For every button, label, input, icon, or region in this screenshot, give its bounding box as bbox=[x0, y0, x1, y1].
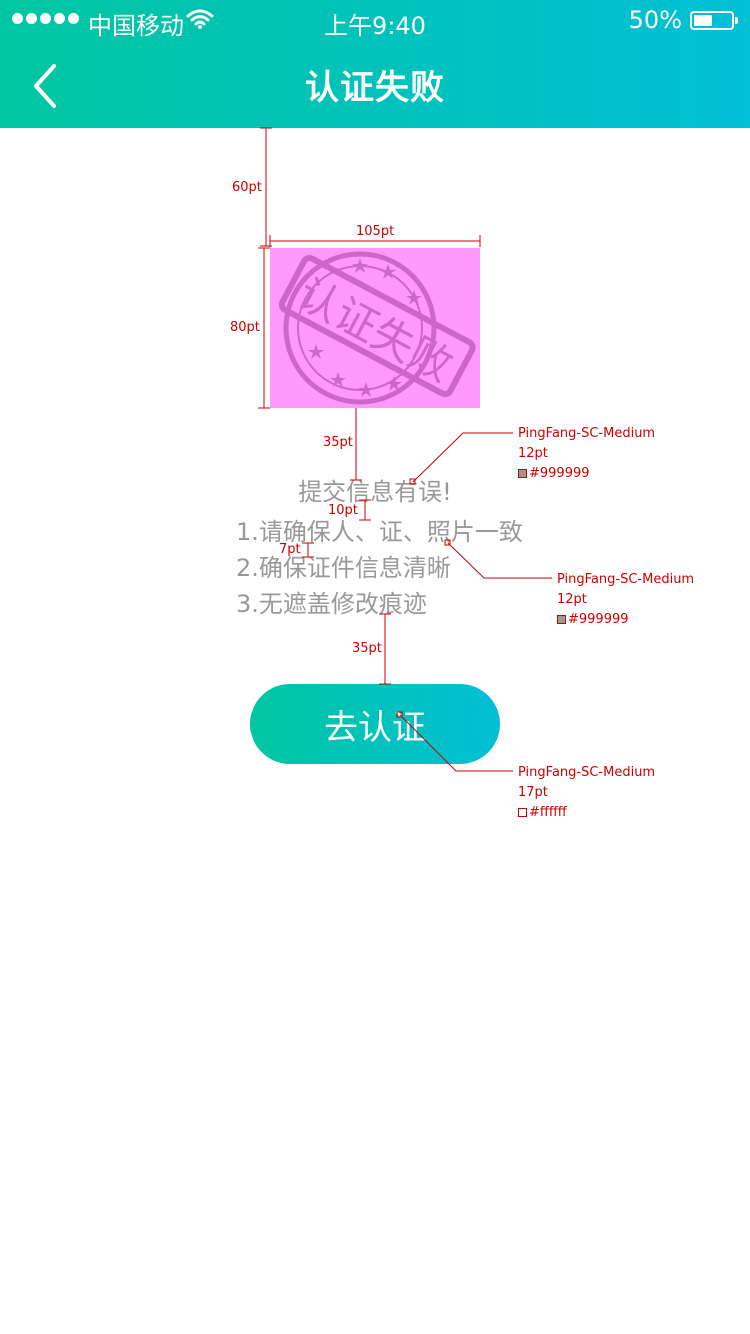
failed-stamp-icon: 认证失败 bbox=[278, 251, 476, 405]
page-title: 认证失败 bbox=[305, 68, 445, 108]
go-verify-button[interactable]: 去认证 bbox=[250, 684, 500, 764]
nav-header: 中国移动 上午9:40 50% 认证失败 bbox=[0, 0, 750, 128]
spec-size: 12pt bbox=[518, 446, 548, 461]
color-swatch-icon bbox=[518, 808, 527, 817]
spec-size: 17pt bbox=[518, 785, 548, 800]
spec-color: #ffffff bbox=[518, 803, 655, 823]
color-swatch-icon bbox=[557, 615, 566, 624]
battery-percent: 50% bbox=[628, 6, 682, 34]
spacing-label: 80pt bbox=[230, 320, 260, 335]
spec-color: #999999 bbox=[557, 610, 694, 630]
spacing-label: 35pt bbox=[323, 435, 353, 450]
color-swatch-icon bbox=[518, 469, 527, 478]
spec-color-value: #ffffff bbox=[529, 805, 567, 820]
status-bar: 中国移动 上午9:40 50% bbox=[0, 0, 750, 40]
spec-color-value: #999999 bbox=[529, 466, 590, 481]
battery-icon bbox=[690, 11, 738, 30]
spec-color: #999999 bbox=[518, 464, 655, 484]
failed-stamp-image: 认证失败 bbox=[270, 248, 480, 408]
spec-font: PingFang-SC-Medium bbox=[557, 572, 695, 587]
font-spec-annotation: PingFang-SC-Medium 17pt #ffffff bbox=[518, 763, 655, 823]
spacing-label: 35pt bbox=[352, 641, 382, 656]
redline-annotations bbox=[258, 127, 552, 772]
spec-font: PingFang-SC-Medium bbox=[518, 765, 656, 780]
spacing-label: 7pt bbox=[279, 542, 301, 557]
error-tips-list: 1.请确保人、证、照片一致 2.确保证件信息清晰 3.无遮盖修改痕迹 bbox=[236, 514, 523, 622]
list-item: 3.无遮盖修改痕迹 bbox=[236, 590, 427, 618]
spacing-label: 10pt bbox=[328, 503, 358, 518]
font-spec-annotation: PingFang-SC-Medium 12pt #999999 bbox=[518, 424, 655, 484]
spec-size: 12pt bbox=[557, 592, 587, 607]
spacing-label: 60pt bbox=[232, 180, 262, 195]
spec-color-value: #999999 bbox=[568, 612, 629, 627]
auth-failed-screen: 中国移动 上午9:40 50% 认证失败 认证失败 提交信息有误! 1.请确保人… bbox=[0, 0, 750, 1334]
spec-font: PingFang-SC-Medium bbox=[518, 426, 656, 441]
spacing-label: 105pt bbox=[356, 224, 395, 239]
font-spec-annotation: PingFang-SC-Medium 12pt #999999 bbox=[557, 570, 694, 630]
